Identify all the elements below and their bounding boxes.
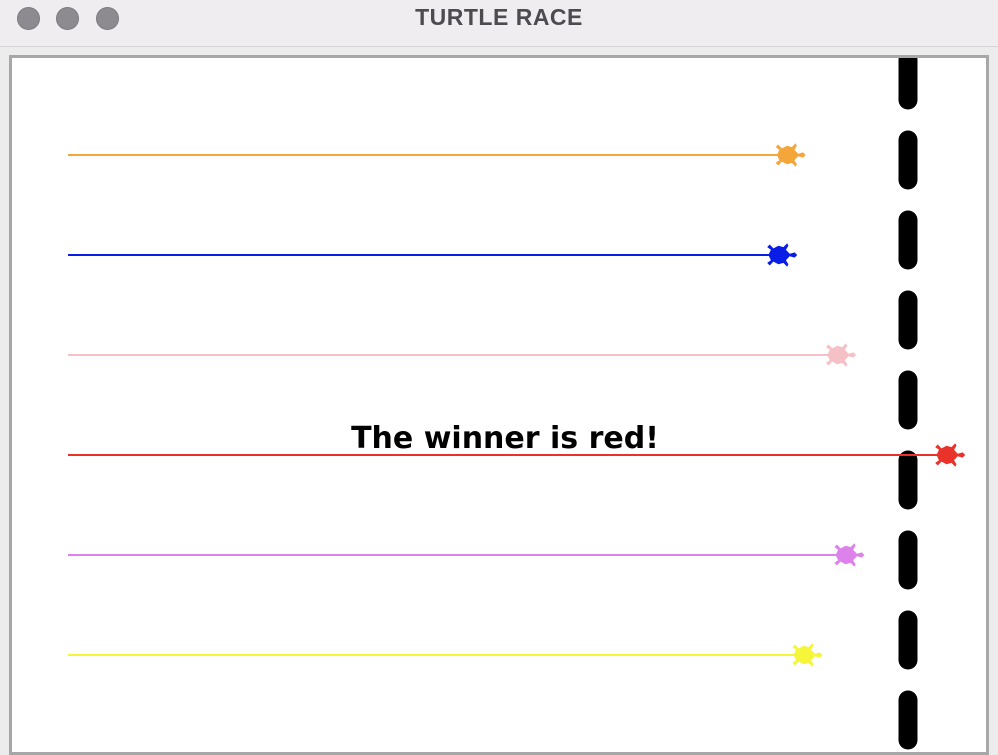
race-lanes <box>68 143 966 667</box>
lane-violet <box>68 543 865 567</box>
turtle-yellow <box>792 643 823 667</box>
turtle-orange <box>775 143 806 167</box>
race-track: The winner is red! <box>68 58 966 750</box>
lane-yellow <box>68 643 823 667</box>
lane-orange <box>68 143 806 167</box>
window-title: TURTLE RACE <box>415 4 583 30</box>
turtle-violet <box>834 543 865 567</box>
title-bar[interactable]: TURTLE RACE <box>0 0 998 47</box>
lane-blue <box>68 243 798 267</box>
turtle-red <box>935 443 966 467</box>
turtle-pink <box>826 343 856 367</box>
winner-message: The winner is red! <box>351 421 659 456</box>
turtle-blue <box>767 243 798 267</box>
lane-pink <box>68 343 856 367</box>
app-window: TURTLE RACE The winner is red! <box>0 0 998 755</box>
race-canvas: The winner is red! <box>9 55 989 755</box>
